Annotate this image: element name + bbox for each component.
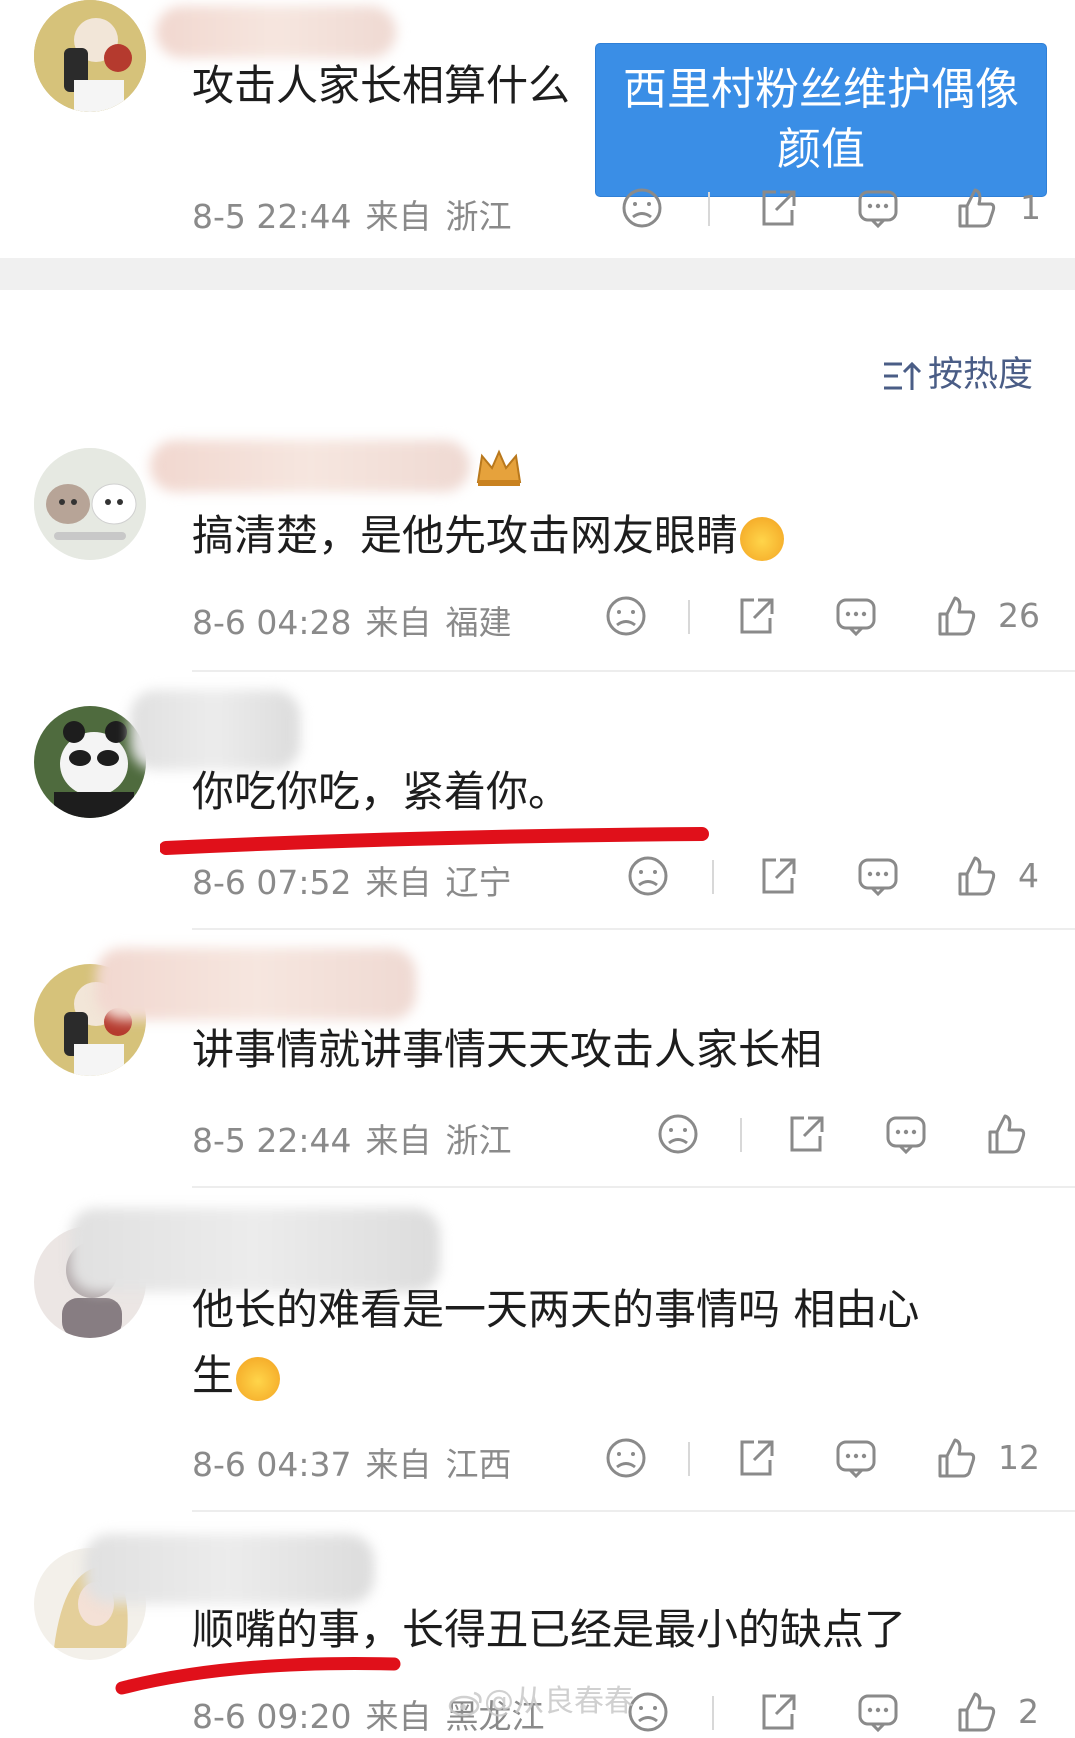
avatar-image [34,448,146,560]
share-icon[interactable] [756,1690,800,1734]
comment-actions: 1 [620,186,1060,234]
crying-laughing-emoji-icon [236,1356,281,1401]
share-icon[interactable] [734,594,778,638]
action-separator [712,1696,714,1730]
username[interactable] [130,690,300,770]
comment-date: 8-6 09:20 [192,1697,352,1736]
comment-icon[interactable] [834,594,878,638]
comment-region: 浙江 [445,197,512,236]
like-count: 26 [998,596,1040,635]
like-icon[interactable] [954,186,998,230]
comment-from: 来自 [365,1121,432,1160]
action-separator [688,600,690,634]
red-underline-annotation [160,827,709,855]
comment-text-content: 搞清楚，是他先攻击网友眼睛 [192,511,739,560]
action-separator [708,192,710,226]
username[interactable] [150,440,470,492]
username[interactable] [70,1208,440,1292]
comment-icon[interactable] [856,854,900,898]
comment-text: 攻击人家长相算什么 [192,61,571,110]
comment-region: 福建 [445,603,512,642]
comment-icon[interactable] [856,1690,900,1734]
comment-from: 来自 [365,603,432,642]
username[interactable] [84,1534,374,1604]
action-separator [712,860,714,894]
comment-from: 来自 [365,1697,432,1736]
comment-date: 8-6 04:37 [192,1445,352,1484]
sort-icon [884,361,922,390]
share-icon[interactable] [784,1112,828,1156]
comment-divider [192,1186,1075,1188]
comment-divider [192,1510,1075,1512]
like-count: 1 [1020,188,1041,227]
avatar[interactable] [34,448,146,560]
comment-actions: 12 [604,1436,1064,1484]
overlay-caption: 西里村粉丝维护偶像颜值 [596,44,1046,196]
comment-text: 讲事情就讲事情天天攻击人家长相 [192,1025,823,1074]
comment-actions [656,1112,1066,1160]
like-icon[interactable] [934,1436,978,1480]
dislike-icon[interactable] [656,1112,700,1156]
weibo-logo-icon [448,1691,482,1716]
comment-text-content: 生 [192,1351,235,1400]
comment-text: 他长的难看是一天两天的事情吗 相由心 [192,1285,920,1334]
comment-date: 8-6 07:52 [192,863,352,902]
comment-actions: 4 [626,854,1066,902]
comment-meta: 8-5 22:44 来自 浙江 [192,1114,526,1162]
share-icon[interactable] [756,186,800,230]
like-count: 2 [1018,1692,1039,1731]
like-icon[interactable] [934,594,978,638]
like-count: 4 [1018,856,1039,895]
dislike-icon[interactable] [604,594,648,638]
action-separator [688,1442,690,1476]
crown-badge-icon [476,449,522,486]
comment-from: 来自 [365,1445,432,1484]
dislike-icon[interactable] [620,186,664,230]
comment-text: 你吃你吃，紧着你。 [192,767,571,816]
comment-divider [192,670,1075,672]
comment-text: 搞清楚，是他先攻击网友眼睛 [192,508,785,564]
dislike-icon[interactable] [604,1436,648,1480]
comment-card-1: 攻击人家长相算什么 西里村粉丝维护偶像颜值 8-5 22:44 来自 浙江 1 [0,0,1075,258]
watermark-text: @从良春春 [484,1684,634,1719]
comment-region: 江西 [445,1445,512,1484]
watermark: @从良春春 [448,1676,634,1720]
comment-region: 浙江 [445,1121,512,1160]
comment-icon[interactable] [856,186,900,230]
avatar[interactable] [34,0,146,112]
comment-date: 8-6 04:28 [192,603,352,642]
comment-region: 辽宁 [445,863,512,902]
comment-icon[interactable] [884,1112,928,1156]
comment-from: 来自 [365,863,432,902]
like-count: 12 [998,1438,1040,1477]
comment-divider [192,928,1075,930]
like-icon[interactable] [954,854,998,898]
share-icon[interactable] [734,1436,778,1480]
comment-meta: 8-6 04:28 来自 福建 [192,596,526,644]
comment-date: 8-5 22:44 [192,1121,352,1160]
comment-icon[interactable] [834,1436,878,1480]
comment-from: 来自 [365,197,432,236]
comment-date: 8-5 22:44 [192,197,352,236]
comment-text-line-2: 生 [192,1348,281,1404]
share-icon[interactable] [756,854,800,898]
section-separator [0,258,1075,290]
comment-meta: 8-5 22:44 来自 浙江 [192,190,526,238]
avatar-image [34,0,146,112]
sort-label: 按热度 [928,355,1034,395]
overlay-caption-text: 西里村粉丝维护偶像颜值 [623,64,1019,175]
comment-actions: 26 [604,594,1064,642]
comment-meta: 8-6 07:52 来自 辽宁 [192,856,526,904]
comment-actions: 2 [626,1690,1066,1738]
dislike-icon[interactable] [626,854,670,898]
like-icon[interactable] [984,1112,1028,1156]
like-icon[interactable] [954,1690,998,1734]
username[interactable] [96,948,416,1020]
username[interactable] [156,6,396,58]
comment-meta: 8-6 04:37 来自 江西 [192,1438,526,1486]
laughing-headband-emoji-icon [740,516,785,561]
action-separator [740,1118,742,1152]
sort-by-hot-button[interactable]: 按热度 [882,346,1033,397]
